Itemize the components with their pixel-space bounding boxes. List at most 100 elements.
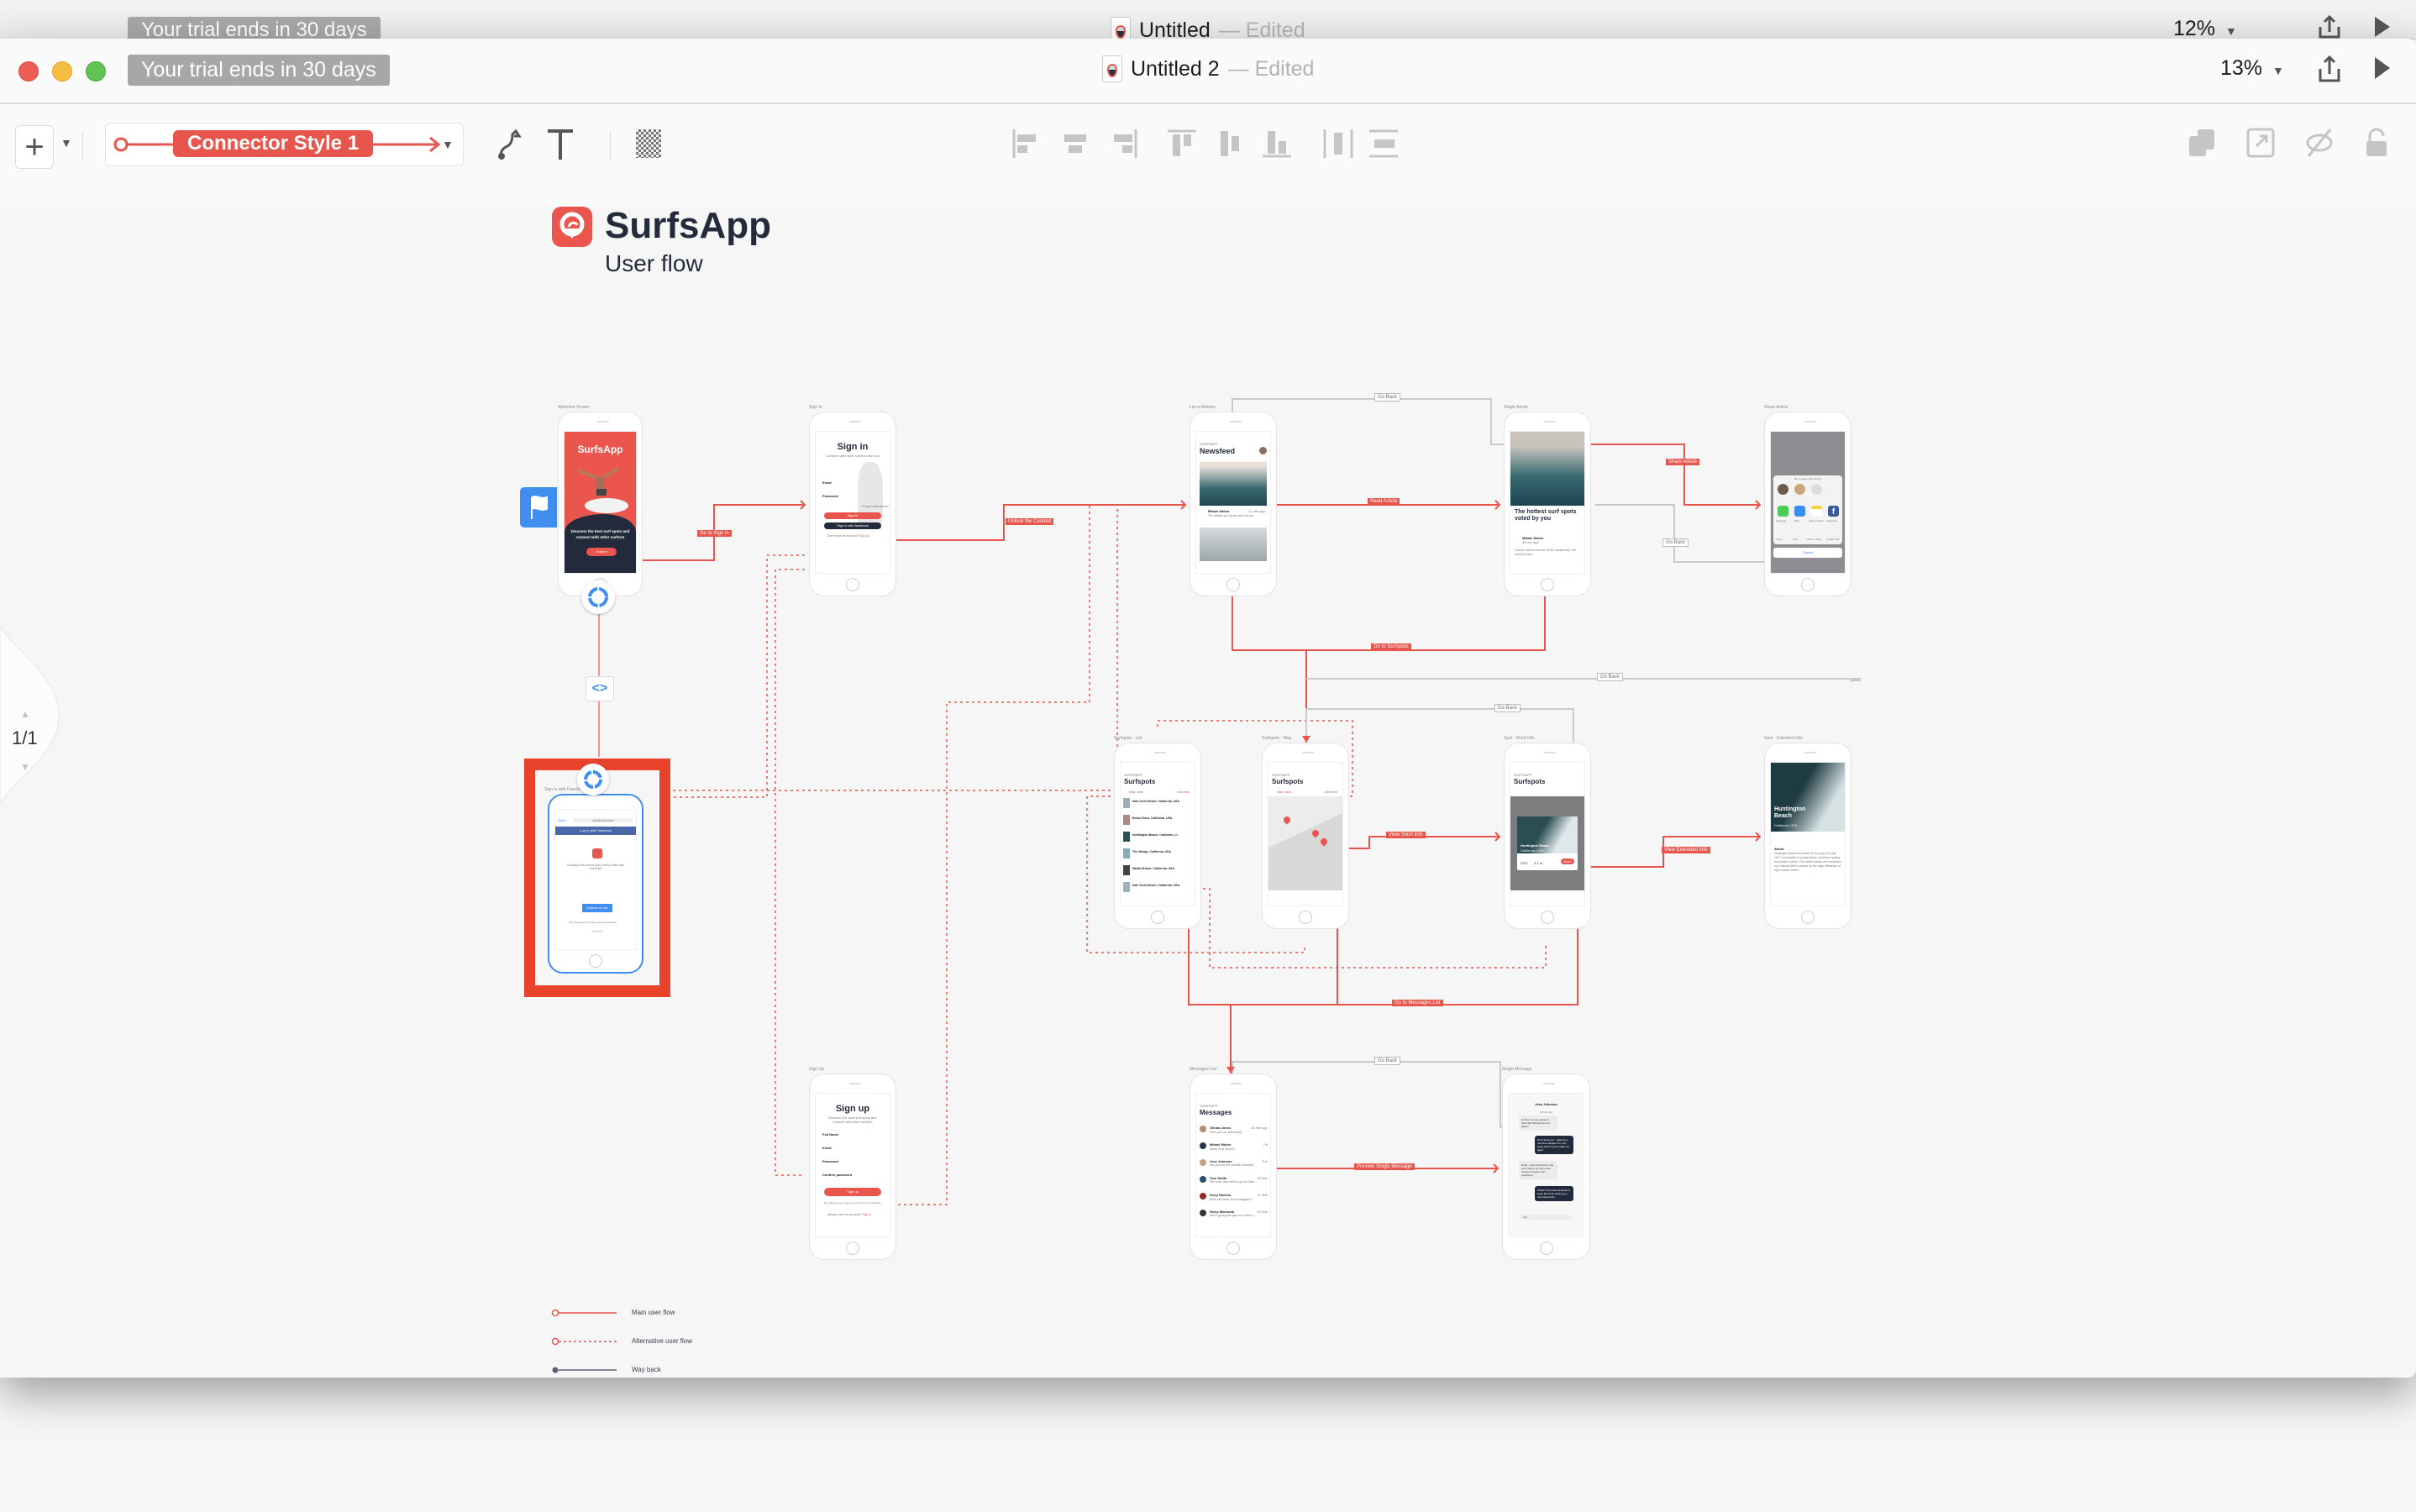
screen-sign-up[interactable]: Sign up Discover the best surf spots and… [809,1074,896,1260]
lock-icon[interactable] [2365,128,2388,158]
share-action-label[interactable]: Copy [1776,538,1782,541]
start-point-flag[interactable] [520,487,557,528]
share-action-label[interactable]: Print [1793,538,1798,541]
spot-item[interactable]: Malibu Beach, California, USA [1132,867,1174,870]
airdrop-contact[interactable] [1778,484,1788,495]
selected-screen-highlight[interactable]: Sign in with Facebook Done facebook.com … [524,759,670,997]
minimize-window-button[interactable] [52,61,72,81]
map[interactable] [1268,796,1342,890]
map-pin-icon[interactable] [1310,828,1321,838]
spot-item[interactable]: Salt Creek Beach, California, USA [1132,800,1179,803]
canvas[interactable]: SurfsApp User flow ▲ 1/1 ▼ Go to Sign in… [0,205,2416,1378]
email-field[interactable]: Email [822,1146,832,1150]
share-icon[interactable] [2317,55,2342,82]
trial-badge[interactable]: Your trial ends in 30 days [128,55,390,86]
align-left-icon[interactable] [1012,129,1043,158]
edge-label-unlock-content[interactable]: Unlock the Content [1006,518,1054,525]
map-pin-icon[interactable] [1282,815,1292,825]
add-button[interactable]: + [15,125,54,169]
sign-in-button[interactable]: Sign in [824,512,881,519]
screen-spot-extended-info[interactable]: Huntington Beach California, USA About H… [1764,743,1851,929]
screen-spot-short-info[interactable]: SURFSAPP Surfspots Huntington Beach Cali… [1504,743,1591,929]
screen-share-article[interactable]: Tap to share with AirDrop f Message Mail… [1764,412,1851,596]
edge-label-view-short-info[interactable]: View Short Info [1386,832,1426,838]
spot-item[interactable]: The Wedge, California, USA [1132,850,1171,853]
screen-newsfeed[interactable]: SURFSAPP Newsfeed Mikael Weber 12 min ag… [1190,412,1277,596]
fill-style-icon[interactable] [636,129,661,158]
edge-label-read-article[interactable]: Read Article [1368,498,1400,505]
screen-single-article[interactable]: The hottest surf spots voted by you Mika… [1504,412,1591,596]
edge-label-go-back[interactable]: Go Back [1374,1057,1401,1065]
more-button[interactable]: More [1561,858,1574,864]
sign-up-button[interactable]: Sign up [824,1188,881,1196]
connector-tool-icon[interactable] [497,128,526,161]
spot-item[interactable]: Bolsa Chica, California, USA [1132,816,1172,820]
list-view-tab[interactable]: List view [1325,790,1337,794]
edge-label-go-to-sign-in[interactable]: Go to Sign in [697,530,732,537]
embed-code-icon[interactable]: <> [586,676,614,701]
connector-style-dropdown[interactable]: Connector Style 1 ▼ [105,123,464,166]
airdrop-contact[interactable] [1794,484,1805,495]
password-field[interactable]: Password [822,1159,838,1163]
edge-label-share-article[interactable]: Share Article [1666,459,1700,465]
loop-handle[interactable] [581,580,615,614]
screen-surfspots-map[interactable]: SURFSAPP Surfspots Map view List view [1262,743,1349,929]
confirm-password-field[interactable]: Confirm password [822,1173,852,1177]
share-action-label[interactable]: Create PDF [1826,538,1840,541]
edge-label-go-back[interactable]: Go Back [1494,704,1521,712]
article-image[interactable] [1200,528,1267,561]
sign-up-link[interactable]: Sign up [859,534,869,538]
screen-single-message[interactable]: Jess Johnson 45 min ago Hi Tom! Are you … [1502,1074,1590,1260]
background-zoom-select[interactable]: 12% ▼ [2173,17,2237,41]
message-input[interactable]: Aa [1521,1215,1572,1220]
edge-label-go-to-surfspots[interactable]: Go to Surfspots [1371,643,1411,650]
screen-facebook-login[interactable]: Done facebook.com Log in with Facebook S… [548,794,643,974]
spot-item[interactable]: Huntington Beach, California, U... [1132,833,1179,837]
distribute-horizontal-icon[interactable] [1323,129,1353,158]
play-icon[interactable] [2373,15,2392,39]
expand-icon[interactable] [2246,128,2275,158]
mail-app-icon[interactable] [1794,506,1805,517]
forgot-password-link[interactable]: Forgot password? [862,504,889,508]
map-view-tab[interactable]: Map view [1277,790,1291,794]
airdrop-contact[interactable] [1811,484,1822,495]
avatar[interactable] [1259,447,1267,454]
screen-surfspots-list[interactable]: SURFSAPP Surfspots Map view List view Sa… [1114,743,1201,929]
facebook-sign-in-button[interactable]: Sign in with facebook [824,522,881,529]
zoom-select[interactable]: 13% ▼ [2220,56,2284,81]
align-top-icon[interactable] [1168,129,1198,158]
spot-item[interactable]: Salt Creek Beach, California, USA [1132,884,1179,887]
loop-handle[interactable] [577,764,609,795]
align-center-horizontal-icon[interactable] [1060,129,1090,158]
text-tool-icon[interactable] [546,128,575,161]
done-link[interactable]: Done [558,818,566,822]
article-image[interactable] [1200,462,1267,506]
hide-icon[interactable] [2305,128,2334,158]
fb-cancel[interactable]: Cancel [592,929,602,933]
terms-text[interactable]: By signing up you agree to our Terms & C… [822,1201,883,1205]
screen-welcome[interactable]: SurfsApp Discover the best surf spots an… [558,412,643,596]
password-field[interactable]: Password [822,494,838,498]
spot-card[interactable]: Huntington Beach California, USA 23°C 2.… [1517,816,1578,870]
map-pin-icon[interactable] [1319,837,1329,847]
sign-in-link[interactable]: Sign in [862,1213,871,1216]
edge-label-preview-message[interactable]: Preview Single Message [1354,1163,1415,1170]
edge-label-go-back[interactable]: Go Back [1662,538,1689,547]
align-bottom-icon[interactable] [1263,129,1293,158]
map-view-tab[interactable]: Map view [1129,790,1143,794]
bring-to-front-icon[interactable] [2188,128,2216,158]
continue-button[interactable]: Continue as Tom [582,904,612,912]
add-menu-chevron-icon[interactable]: ▼ [60,136,72,150]
distribute-vertical-icon[interactable] [1369,129,1400,158]
edge-label-go-to-messages[interactable]: Go to Messages List [1392,1000,1443,1006]
edge-label-go-back[interactable]: Go Back [1597,673,1624,681]
close-window-button[interactable] [18,61,39,81]
list-view-tab[interactable]: List view [1177,790,1190,794]
screen-sign-in[interactable]: Sign in Connect with other surfers near … [809,412,896,596]
edge-label-go-back[interactable]: Go Back [1374,393,1401,402]
explore-button[interactable]: Explore [586,548,617,556]
zoom-window-button[interactable] [86,61,106,81]
align-right-icon[interactable] [1107,129,1137,158]
facebook-app-icon[interactable]: f [1828,506,1839,517]
play-icon[interactable] [2373,55,2392,81]
